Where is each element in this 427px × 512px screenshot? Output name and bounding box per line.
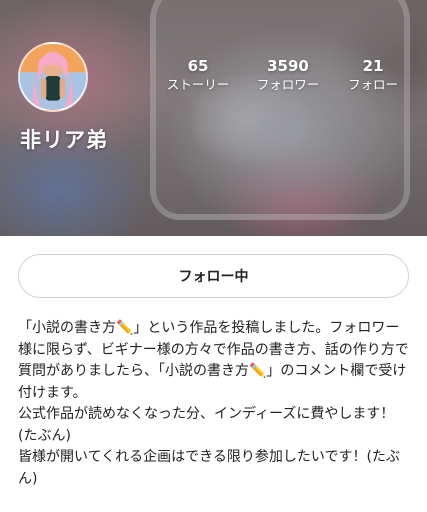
stat-followers-count: 3590: [267, 57, 309, 75]
profile-bio: 「小説の書き方✏️」という作品を投稿しました。フォロワー様に限らず、ビギナー様の…: [18, 318, 413, 490]
avatar[interactable]: [18, 42, 88, 112]
stat-stories-label: ストーリー: [166, 77, 230, 92]
stat-followers[interactable]: 3590 フォロワー: [250, 56, 326, 94]
stat-following-count: 21: [362, 57, 384, 75]
stat-following-label: フォロー: [347, 77, 398, 92]
avatar-illustration-icon: [20, 44, 86, 110]
stat-stories[interactable]: 65 ストーリー: [162, 56, 234, 94]
header-overlay: [0, 0, 427, 236]
bio-paragraph-1: 「小説の書き方✏️」という作品を投稿しました。フォロワー様に限らず、ビギナー様の…: [18, 320, 409, 401]
stat-following[interactable]: 21 フォロー: [340, 56, 406, 94]
profile-username: 非リア弟: [20, 128, 108, 152]
stat-followers-label: フォロワー: [256, 77, 320, 92]
profile-header: 非リア弟 65 ストーリー 3590 フォロワー 21 フォロー: [0, 0, 427, 236]
bio-paragraph-2: 公式作品が読めなくなった分、インディーズに費やします！(たぶん): [18, 406, 395, 444]
profile-stats: 65 ストーリー 3590 フォロワー 21 フォロー: [150, 56, 410, 96]
bio-paragraph-3: 皆様が開いてくれる企画はできる限り参加したいです！(たぶん): [18, 449, 400, 487]
stat-stories-count: 65: [187, 57, 209, 75]
following-button[interactable]: フォロー中: [18, 254, 409, 298]
